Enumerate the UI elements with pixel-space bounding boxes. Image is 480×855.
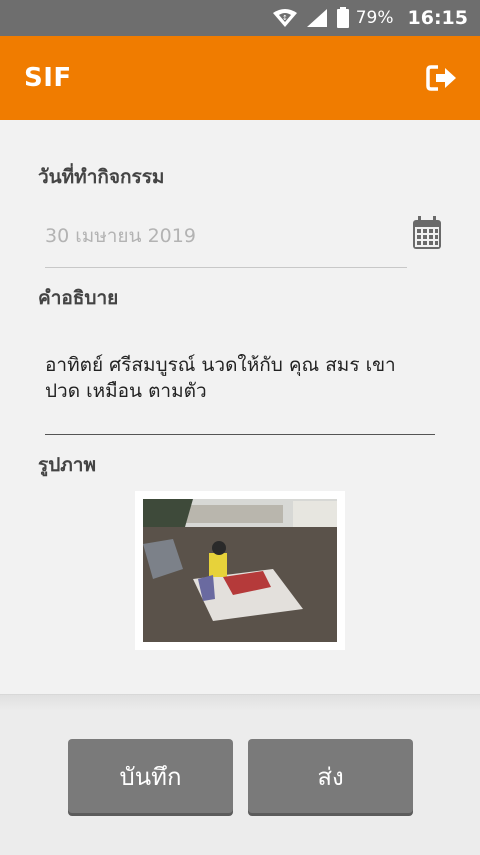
app-bar: SIF [0,36,480,120]
send-button[interactable]: ส่ง [248,739,413,813]
date-label: วันที่ทำกิจกรรม [38,166,165,188]
save-button[interactable]: บันทึก [68,739,233,813]
description-label: คำอธิบาย [38,287,119,309]
battery-percent: 79% [355,8,394,28]
description-underline [45,434,435,435]
action-footer: บันทึก ส่ง [0,694,480,855]
description-field[interactable]: อาทิตย์ ศรีสมบูรณ์ นวดให้กับ คุณ สมร เขา… [45,352,435,404]
svg-text:↕: ↕ [282,14,288,22]
photo-label: รูปภาพ [38,454,96,476]
date-value: 30 เมษายน 2019 [45,225,196,247]
battery-icon [336,7,350,29]
date-field[interactable]: 30 เมษายน 2019 [45,215,407,268]
clock: 16:15 [407,7,468,29]
logout-icon[interactable] [424,60,460,96]
calendar-icon[interactable] [412,216,442,250]
activity-photo[interactable] [135,491,345,650]
app-title: SIF [24,63,72,93]
status-bar: ↕ 79% 16:15 [0,0,480,36]
wifi-icon: ↕ [272,8,298,28]
form-content: วันที่ทำกิจกรรม 30 เมษายน 2019 คำอธิบาย … [0,120,480,694]
signal-icon [306,8,328,28]
